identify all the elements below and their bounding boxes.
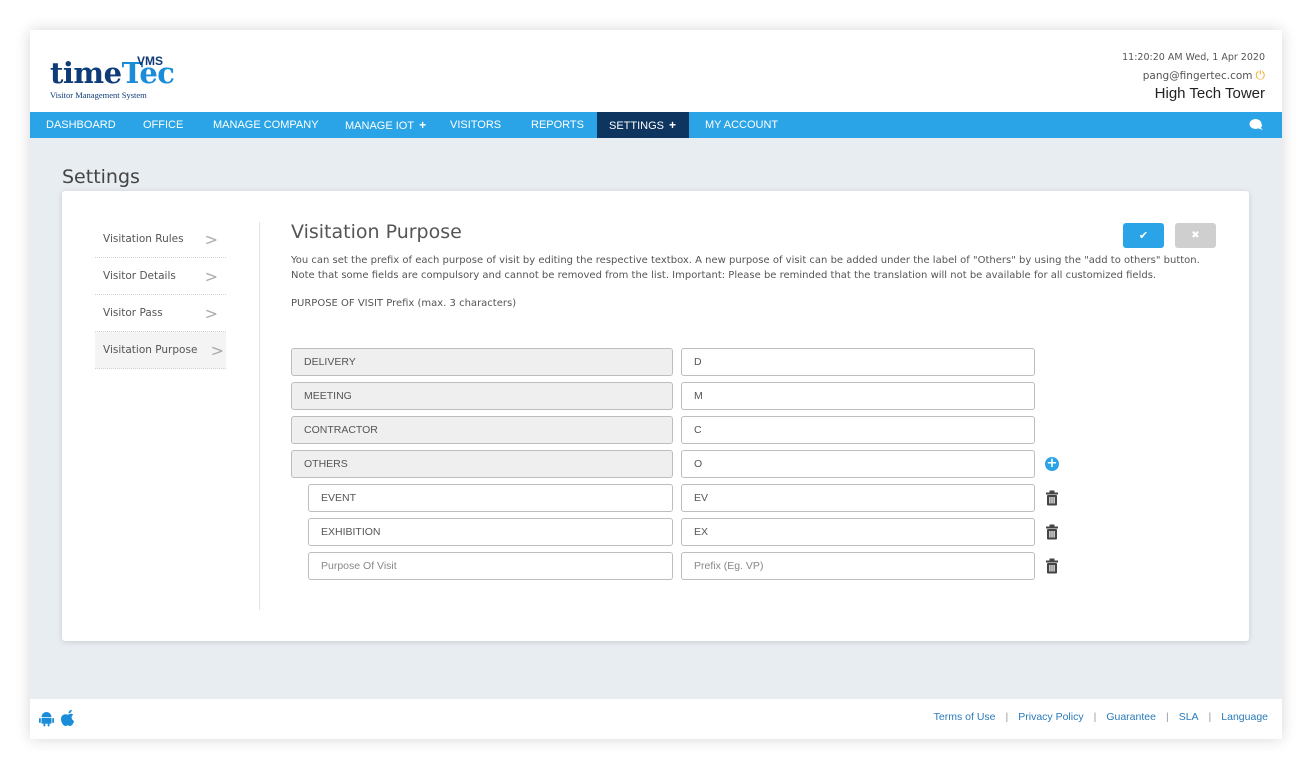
- prefix-label: PURPOSE OF VISIT Prefix (max. 3 characte…: [291, 298, 517, 309]
- close-icon: ✖: [1191, 230, 1200, 241]
- trash-icon[interactable]: [1045, 490, 1059, 506]
- nav-manage-company[interactable]: MANAGE COMPANY: [201, 112, 331, 138]
- panel-title: Visitation Purpose: [291, 221, 462, 243]
- nav-manage-iot[interactable]: MANAGE IOT +: [333, 112, 438, 138]
- nav-label: DASHBOARD: [46, 119, 116, 131]
- purpose-name-input[interactable]: EVENT: [308, 484, 673, 512]
- prefix-input[interactable]: O: [681, 450, 1035, 478]
- header: timeTec VMS Visitor Management System 11…: [30, 30, 1282, 112]
- footer-separator: |: [1208, 711, 1212, 723]
- new-prefix-input[interactable]: Prefix (Eg. VP): [681, 552, 1035, 580]
- prefix-input[interactable]: EV: [681, 484, 1035, 512]
- nav-label: VISITORS: [450, 119, 502, 131]
- sidebar-item-label: Visitation Rules: [103, 233, 184, 245]
- logo-tagline: Visitor Management System: [50, 90, 147, 100]
- privacy-policy-link[interactable]: Privacy Policy: [1018, 711, 1083, 723]
- settings-card: Visitation Rules > Visitor Details > Vis…: [62, 191, 1249, 641]
- sidebar-item-label: Visitor Pass: [103, 307, 163, 319]
- user-email: pang@fingertec.com: [1142, 70, 1253, 82]
- purpose-row-event: EVENT EV: [291, 484, 1071, 512]
- app-store-icons: [39, 709, 74, 727]
- visitation-purpose-panel: Visitation Purpose You can set the prefi…: [291, 221, 1221, 309]
- trash-icon[interactable]: [1045, 558, 1059, 574]
- trash-icon[interactable]: [1045, 524, 1059, 540]
- page-title: Settings: [62, 166, 140, 188]
- android-icon[interactable]: [39, 712, 54, 727]
- prefix-input[interactable]: D: [681, 348, 1035, 376]
- purpose-row-others: OTHERS O +: [291, 450, 1071, 478]
- settings-sidebar: Visitation Rules > Visitor Details > Vis…: [95, 221, 226, 369]
- nav-reports[interactable]: REPORTS: [519, 112, 596, 138]
- footer-separator: |: [1165, 711, 1169, 723]
- chevron-right-icon: >: [204, 267, 218, 286]
- vertical-divider: [259, 222, 260, 610]
- nav-label: REPORTS: [531, 119, 584, 131]
- logo-vms: VMS: [137, 54, 164, 68]
- save-button[interactable]: ✔: [1123, 223, 1164, 248]
- terms-of-use-link[interactable]: Terms of Use: [934, 711, 996, 723]
- footer-links: Terms of Use | Privacy Policy | Guarantee | SL…: [934, 711, 1268, 723]
- language-link[interactable]: Language: [1221, 711, 1268, 723]
- add-to-others-icon[interactable]: +: [1045, 457, 1059, 471]
- main-nav: DASHBOARD OFFICE MANAGE COMPANY MANAGE I…: [30, 112, 1282, 138]
- cancel-button[interactable]: ✖: [1175, 223, 1216, 248]
- app-frame: timeTec VMS Visitor Management System 11…: [30, 30, 1282, 739]
- nav-label: MANAGE IOT: [345, 120, 415, 132]
- nav-label: SETTINGS: [609, 120, 665, 132]
- nav-settings[interactable]: SETTINGS +: [597, 112, 689, 138]
- plus-icon: +: [419, 118, 427, 132]
- sidebar-item-visitation-rules[interactable]: Visitation Rules >: [95, 221, 226, 258]
- new-purpose-input[interactable]: Purpose Of Visit: [308, 552, 673, 580]
- nav-office[interactable]: OFFICE: [131, 112, 195, 138]
- nav-dashboard[interactable]: DASHBOARD: [34, 112, 128, 138]
- purpose-name-field: DELIVERY: [291, 348, 673, 376]
- timetec-logo[interactable]: timeTec VMS Visitor Management System: [50, 54, 200, 102]
- chevron-right-icon: >: [204, 230, 218, 249]
- sidebar-item-visitation-purpose[interactable]: Visitation Purpose >: [95, 332, 226, 369]
- sidebar-item-visitor-details[interactable]: Visitor Details >: [95, 258, 226, 295]
- power-icon[interactable]: ⏻: [1256, 68, 1266, 82]
- prefix-input[interactable]: M: [681, 382, 1035, 410]
- purpose-row-new: Purpose Of Visit Prefix (Eg. VP): [291, 552, 1071, 580]
- nav-label: MY ACCOUNT: [705, 119, 779, 131]
- purpose-name-field: OTHERS: [291, 450, 673, 478]
- sidebar-item-visitor-pass[interactable]: Visitor Pass >: [95, 295, 226, 332]
- header-info: 11:20:20 AM Wed, 1 Apr 2020 pang@fingert…: [1122, 52, 1265, 102]
- sla-link[interactable]: SLA: [1179, 711, 1199, 723]
- prefix-input[interactable]: C: [681, 416, 1035, 444]
- sidebar-item-label: Visitation Purpose: [103, 344, 198, 356]
- sidebar-item-label: Visitor Details: [103, 270, 176, 282]
- purpose-row-exhibition: EXHIBITION EX: [291, 518, 1071, 546]
- nav-label: MANAGE COMPANY: [213, 119, 319, 131]
- logo-time: time: [50, 56, 122, 90]
- purpose-name-input[interactable]: EXHIBITION: [308, 518, 673, 546]
- check-icon: ✔: [1138, 229, 1149, 242]
- purpose-name-field: CONTRACTOR: [291, 416, 673, 444]
- current-datetime: 11:20:20 AM Wed, 1 Apr 2020: [1122, 52, 1265, 63]
- nav-label: OFFICE: [143, 119, 184, 131]
- purpose-name-field: MEETING: [291, 382, 673, 410]
- nav-visitors[interactable]: VISITORS: [438, 112, 513, 138]
- nav-my-account[interactable]: MY ACCOUNT: [693, 112, 790, 138]
- footer-separator: |: [1005, 711, 1009, 723]
- chevron-right-icon: >: [204, 304, 218, 323]
- user-line: pang@fingertec.com ⏻: [1122, 68, 1265, 83]
- site-name: High Tech Tower: [1154, 85, 1265, 102]
- apple-icon[interactable]: [61, 709, 74, 726]
- guarantee-link[interactable]: Guarantee: [1106, 711, 1156, 723]
- footer-separator: |: [1093, 711, 1097, 723]
- panel-description: You can set the prefix of each purpose o…: [291, 255, 1200, 281]
- prefix-input[interactable]: EX: [681, 518, 1035, 546]
- footer: Terms of Use | Privacy Policy | Guarantee | SL…: [30, 699, 1282, 739]
- plus-icon: +: [669, 118, 677, 132]
- chat-bubble-icon[interactable]: [1249, 118, 1264, 132]
- chevron-right-icon: >: [210, 341, 224, 360]
